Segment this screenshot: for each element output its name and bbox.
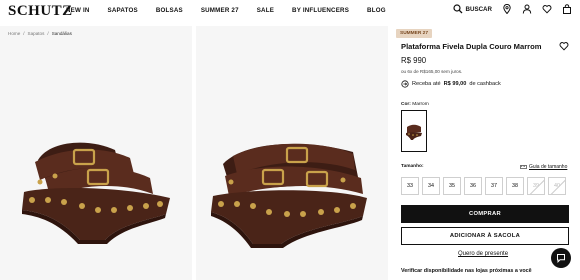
cashback-info: Receba até R$ 99,00 de cashback xyxy=(401,80,501,88)
favorite-heart-icon[interactable] xyxy=(559,41,569,51)
size-option-33[interactable]: 33 xyxy=(401,177,419,195)
nav-item-summer[interactable]: SUMMER 27 xyxy=(201,7,239,14)
nav-item-influencers[interactable]: BY INFLUENCERS xyxy=(292,7,349,14)
heart-icon[interactable] xyxy=(542,4,552,14)
gallery-divider xyxy=(192,26,196,280)
breadcrumb-current: Sandálias xyxy=(51,31,72,36)
size-guide-label: Guia de tamanho xyxy=(529,164,568,170)
size-option-38[interactable]: 38 xyxy=(506,177,524,195)
cashback-value: R$ 99,00 xyxy=(443,81,467,87)
cashback-prefix: Receba até xyxy=(412,81,441,87)
user-icon[interactable] xyxy=(522,4,532,14)
swatch-thumbnail xyxy=(405,114,423,148)
swatch-shoe-image xyxy=(406,124,422,140)
nav-item-new-in[interactable]: NEW IN xyxy=(66,7,90,14)
size-option-35[interactable]: 35 xyxy=(443,177,461,195)
site-header: SCHUTZ NEW IN SAPATOS BOLSAS SUMMER 27 S… xyxy=(0,0,580,24)
product-image-angle[interactable] xyxy=(203,120,375,250)
size-label: Tamanho: xyxy=(401,164,424,169)
size-option-36[interactable]: 36 xyxy=(464,177,482,195)
chat-icon xyxy=(557,254,565,263)
color-swatch-marrom[interactable] xyxy=(401,110,427,152)
nav-item-sale[interactable]: SALE xyxy=(257,7,274,14)
breadcrumb-separator: / xyxy=(47,31,49,36)
main-nav: NEW IN SAPATOS BOLSAS SUMMER 27 SALE BY … xyxy=(66,7,404,14)
nav-item-blog[interactable]: BLOG xyxy=(367,7,386,14)
product-image-side[interactable] xyxy=(10,120,180,250)
chat-button[interactable] xyxy=(551,248,571,268)
buy-button[interactable]: COMPRAR xyxy=(401,205,569,223)
brand-logo[interactable]: SCHUTZ xyxy=(8,3,73,20)
search-button[interactable]: BUSCAR xyxy=(452,4,492,14)
nav-item-sapatos[interactable]: SAPATOS xyxy=(108,7,138,14)
color-label-value: Marrom xyxy=(412,102,429,107)
store-availability-link[interactable]: Verificar disponibilidade nas lojas próx… xyxy=(401,268,532,274)
installments-text: ou 6x de R$165,00 sem juros. xyxy=(401,69,463,74)
breadcrumb-sapatos[interactable]: Sapatos xyxy=(28,31,45,36)
nav-item-bolsas[interactable]: BOLSAS xyxy=(156,7,183,14)
breadcrumb-separator: / xyxy=(23,31,25,36)
bag-icon[interactable] xyxy=(562,4,572,14)
location-icon[interactable] xyxy=(502,4,512,14)
breadcrumb-home[interactable]: Home xyxy=(8,31,20,36)
size-option-34[interactable]: 34 xyxy=(422,177,440,195)
size-guide-link[interactable]: Guia de tamanho xyxy=(520,164,567,170)
ruler-icon xyxy=(520,165,527,169)
color-label: Cor: Marrom xyxy=(401,102,429,107)
size-option-40-unavailable[interactable]: 40 xyxy=(548,177,566,195)
product-price: R$ 990 xyxy=(401,56,427,65)
header-actions: BUSCAR xyxy=(452,4,572,14)
add-to-cart-button[interactable]: ADICIONAR À SACOLA xyxy=(401,227,569,245)
size-selector: 33 34 35 36 37 38 39 40 xyxy=(401,177,566,195)
cashback-icon xyxy=(401,80,409,88)
color-label-key: Cor: xyxy=(401,102,411,107)
search-label: BUSCAR xyxy=(465,5,492,13)
breadcrumb: Home / Sapatos / Sandálias xyxy=(8,31,72,36)
size-option-37[interactable]: 37 xyxy=(485,177,503,195)
product-title: Plataforma Fivela Dupla Couro Marrom xyxy=(401,42,542,51)
cashback-suffix: de cashback xyxy=(469,81,501,87)
size-option-39-unavailable[interactable]: 39 xyxy=(527,177,545,195)
search-icon xyxy=(452,4,463,14)
gift-link[interactable]: Quero de presente xyxy=(458,251,508,257)
collection-badge: SUMMER 27 xyxy=(396,29,432,38)
